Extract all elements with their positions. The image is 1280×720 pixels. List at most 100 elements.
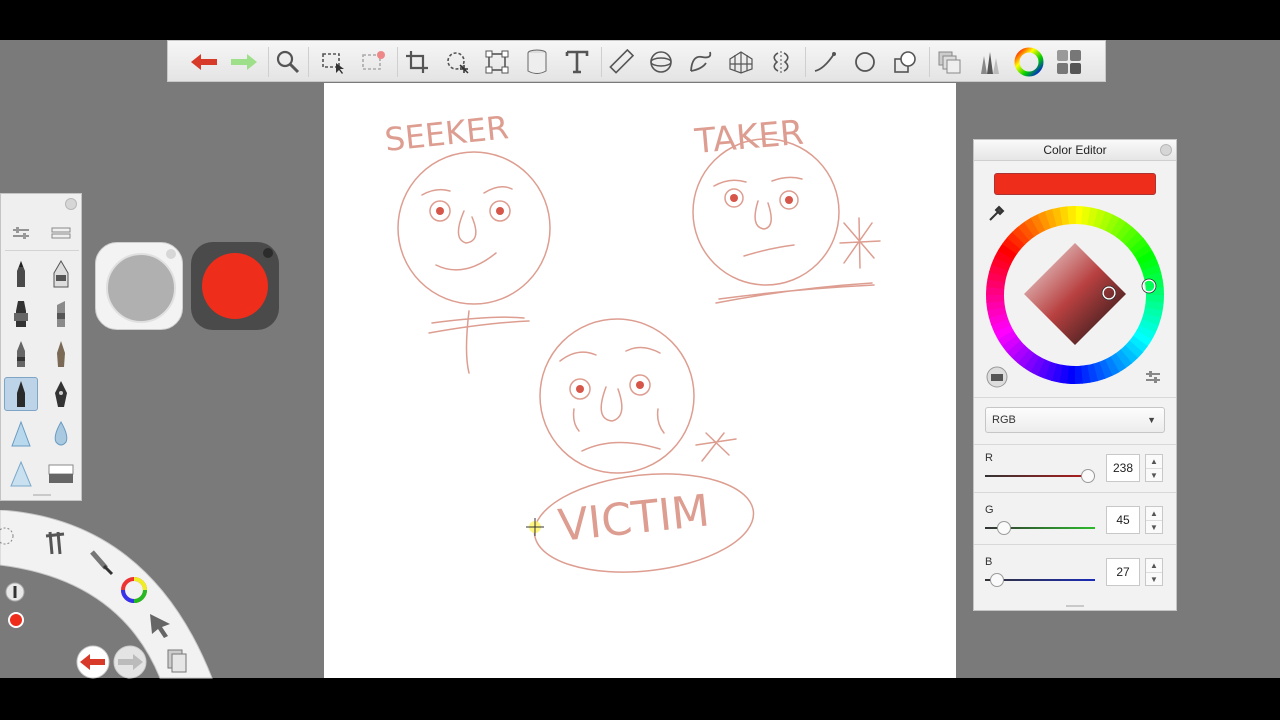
french-curve-icon[interactable] (685, 46, 717, 78)
grid-icon[interactable] (1053, 46, 1085, 78)
transform-icon[interactable] (481, 46, 513, 78)
hue-ring-segment[interactable] (991, 256, 1012, 271)
hue-ring-segment[interactable] (1141, 264, 1162, 278)
ink-pen-icon[interactable] (44, 257, 78, 291)
channel-stepper[interactable]: ▲ ▼ (1145, 558, 1163, 586)
hue-ring-segment[interactable] (987, 306, 1007, 319)
hue-ring-segment[interactable] (1030, 213, 1046, 234)
channel-value-b[interactable]: 27 (1106, 558, 1140, 586)
lagoon-undo-icon[interactable] (76, 645, 110, 679)
brush-list-icon[interactable] (44, 216, 78, 250)
hue-ring-segment[interactable] (1006, 231, 1026, 250)
channel-value-g[interactable]: 45 (1106, 506, 1140, 534)
drawing-canvas[interactable]: SEEKER TAKER VICTIM (324, 83, 956, 678)
hue-ring-segment[interactable] (1104, 214, 1121, 234)
hue-ring-segment[interactable] (1110, 217, 1127, 238)
hue-ring-segment[interactable] (1037, 211, 1052, 231)
hue-ring-segment[interactable] (1011, 344, 1030, 364)
crop-icon[interactable] (401, 46, 433, 78)
redo-icon[interactable] (228, 46, 260, 78)
current-color-swatch[interactable] (191, 242, 279, 330)
color-swatch-tray-icon[interactable] (986, 366, 1008, 393)
brush-settings-icon[interactable] (4, 216, 38, 250)
pencil-icon[interactable] (4, 257, 38, 291)
hue-ring-segment[interactable] (1023, 217, 1041, 237)
stepper-down-icon[interactable]: ▼ (1146, 521, 1162, 534)
panel-close-icon[interactable] (1160, 144, 1172, 156)
undo-icon[interactable] (188, 46, 220, 78)
hue-ring-segment[interactable] (1017, 221, 1035, 241)
hue-ring-segment[interactable] (1058, 364, 1069, 384)
marker-icon[interactable] (4, 297, 38, 331)
hue-ring-segment[interactable] (1115, 222, 1133, 242)
stroke-icon[interactable] (809, 46, 841, 78)
hue-ring-segment[interactable] (993, 324, 1014, 340)
hue-ring-segment[interactable] (1143, 307, 1163, 319)
airbrush-icon[interactable] (4, 417, 38, 451)
hue-ring-segment[interactable] (987, 271, 1007, 283)
hue-ring-segment[interactable] (1080, 364, 1091, 384)
pen-tip-icon[interactable] (5, 582, 25, 602)
hue-ring-segment[interactable] (1017, 348, 1035, 368)
hue-ring-segment[interactable] (1138, 319, 1159, 334)
hue-ring-segment[interactable] (1128, 335, 1148, 353)
soft-triangle-icon[interactable] (4, 457, 38, 491)
channel-value-r[interactable]: 238 (1106, 454, 1140, 482)
fountain-pen-icon[interactable] (44, 377, 78, 411)
select-clear-icon[interactable] (357, 46, 389, 78)
stepper-down-icon[interactable]: ▼ (1146, 573, 1162, 586)
hue-ring-segment[interactable] (1115, 349, 1133, 369)
hue-ring-segment[interactable] (1099, 211, 1114, 232)
channel-slider-knob[interactable] (1080, 469, 1095, 483)
color-wheel[interactable] (986, 206, 1164, 384)
brushes-icon[interactable] (973, 46, 1005, 78)
hue-ring-segment[interactable] (1129, 237, 1149, 255)
hue-ring-segment[interactable] (1133, 243, 1153, 261)
saturation-value-diamond[interactable] (1024, 243, 1126, 345)
shape-icon[interactable] (849, 46, 881, 78)
hue-ring-segment[interactable] (1086, 363, 1099, 383)
hue-ring-segment[interactable] (997, 329, 1017, 347)
hue-ring-segment[interactable] (1059, 206, 1070, 226)
hue-ring-segment[interactable] (1051, 363, 1063, 383)
channel-slider-knob[interactable] (997, 521, 1012, 535)
hue-ring-segment[interactable] (1051, 207, 1064, 227)
hue-ring-segment[interactable] (1093, 209, 1107, 229)
hue-ring-segment[interactable] (988, 312, 1009, 326)
hue-ring-segment[interactable] (1006, 339, 1025, 358)
hue-ring-segment[interactable] (1124, 340, 1144, 359)
color-settings-icon[interactable] (1144, 368, 1162, 391)
hue-ring-segment[interactable] (1029, 356, 1046, 376)
hue-ring-segment[interactable] (1141, 313, 1161, 327)
hue-ring-segment[interactable] (1136, 324, 1156, 341)
perspective-icon[interactable] (725, 46, 757, 78)
hue-ring-segment[interactable] (1044, 208, 1058, 229)
hue-ring-segment[interactable] (1001, 335, 1021, 353)
hue-ring-segment[interactable] (1119, 345, 1138, 364)
chisel-marker-icon[interactable] (44, 297, 78, 331)
water-drop-icon[interactable] (44, 417, 78, 451)
lasso-icon[interactable] (441, 46, 473, 78)
hue-ring-segment[interactable] (986, 278, 1006, 289)
hue-ring-segment[interactable] (1136, 250, 1157, 266)
hue-ring-segment[interactable] (991, 318, 1011, 333)
channel-slider-knob[interactable] (989, 573, 1004, 587)
color-mode-dropdown[interactable]: RGB ▼ (985, 407, 1165, 433)
hue-ring-segment[interactable] (1023, 352, 1040, 373)
current-color-dot-icon[interactable] (8, 612, 24, 628)
hue-ring-segment[interactable] (1081, 206, 1092, 226)
ellipse-guide-icon[interactable] (645, 46, 677, 78)
hue-ring-segment[interactable] (1120, 226, 1139, 246)
hue-ring-segment[interactable] (1002, 237, 1022, 255)
lagoon-redo-icon[interactable] (113, 645, 147, 679)
previous-color-swatch[interactable] (95, 242, 183, 330)
stepper-up-icon[interactable]: ▲ (1146, 507, 1162, 521)
hue-ring-segment[interactable] (989, 263, 1009, 277)
hue-ring-segment[interactable] (1087, 207, 1099, 227)
hue-ring-segment[interactable] (1144, 301, 1164, 312)
hue-ring-segment[interactable] (986, 300, 1006, 311)
select-icon[interactable] (317, 46, 349, 78)
layers-icon[interactable] (933, 46, 965, 78)
channel-stepper[interactable]: ▲ ▼ (1145, 506, 1163, 534)
hue-ring-segment[interactable] (1098, 359, 1113, 379)
